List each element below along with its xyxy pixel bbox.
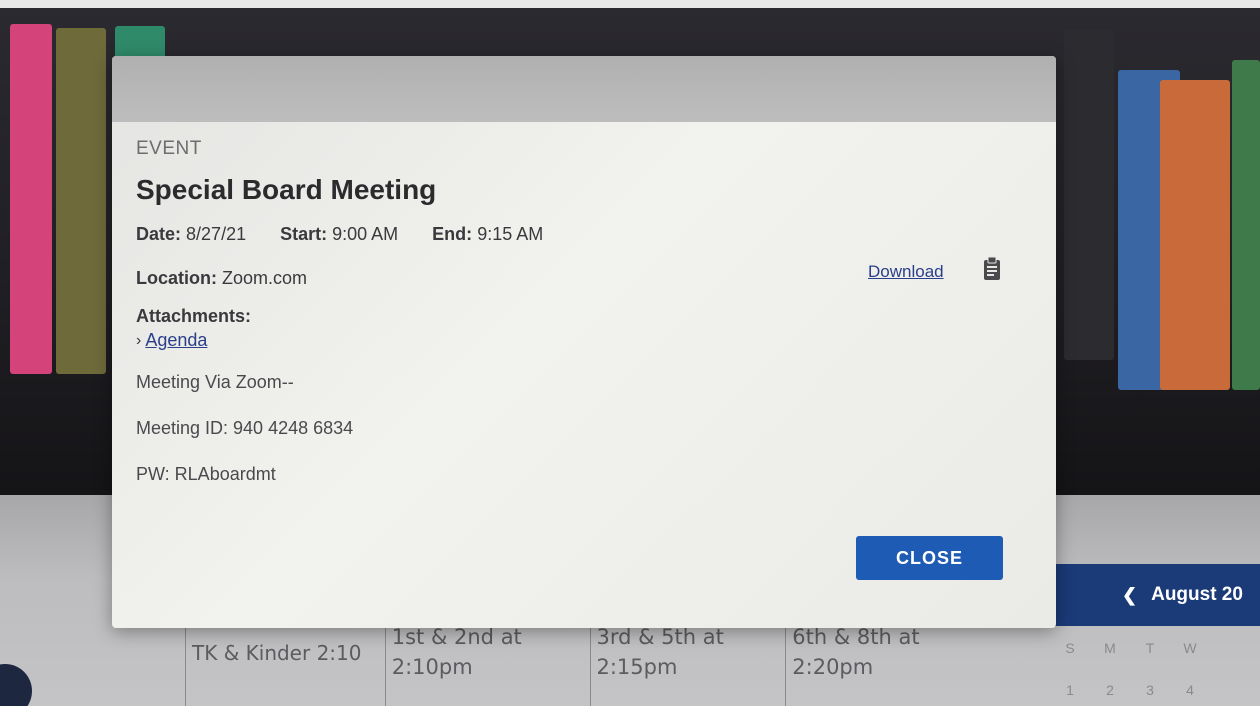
clipboard-icon[interactable] — [982, 256, 1002, 282]
calendar-day[interactable]: 1 — [1050, 682, 1090, 704]
event-kicker: EVENT — [136, 138, 202, 159]
schedule-cell-time: 2:15pm — [596, 655, 678, 679]
event-date: Date: 8/27/21 — [136, 224, 246, 245]
event-title: Special Board Meeting — [136, 174, 437, 205]
description-line: Meeting ID: 940 4248 6834 — [136, 418, 354, 438]
date-value: 8/27/21 — [186, 224, 247, 244]
weekday-label: T — [1145, 640, 1155, 656]
book-dark — [1064, 30, 1114, 360]
calendar-day[interactable]: 3 — [1130, 682, 1170, 704]
start-value: 9:00 AM — [332, 224, 399, 244]
screen-edge — [0, 0, 1260, 8]
book-green — [1232, 60, 1260, 390]
chevron-right-icon: › — [136, 331, 142, 349]
event-location: Location: Zoom.com — [136, 268, 307, 289]
end-label: End: — [432, 224, 473, 244]
location-value: Zoom.com — [222, 268, 308, 288]
calendar-day[interactable]: 2 — [1090, 682, 1130, 704]
weekday-label: W — [1183, 640, 1197, 656]
event-modal: EVENT Special Board Meeting Date: 8/27/2… — [112, 56, 1056, 628]
description-line: Meeting Via Zoom-- — [136, 372, 294, 392]
description-line: PW: RLAboardmt — [136, 464, 276, 484]
close-button[interactable]: CLOSE — [856, 536, 1003, 580]
attachment-link-label[interactable]: Agenda — [145, 330, 207, 351]
event-start: Start: 9:00 AM — [280, 224, 398, 245]
download-link[interactable]: Download — [868, 262, 944, 282]
schedule-cell-time: 2:10pm — [391, 655, 473, 679]
event-end: End: 9:15 AM — [432, 224, 543, 245]
attachment-link-agenda[interactable]: › Agenda — [136, 330, 207, 351]
calendar-dates: 1 2 3 4 — [1050, 682, 1260, 704]
modal-header-bar — [112, 56, 1056, 122]
end-value: 9:15 AM — [477, 224, 544, 244]
location-label: Location: — [136, 268, 217, 288]
calendar-day[interactable]: 4 — [1170, 682, 1210, 704]
schedule-cell-time: 2:20pm — [792, 655, 874, 679]
book-orange — [1160, 80, 1230, 390]
attachments-label: Attachments: — [136, 306, 252, 326]
book-olive — [56, 28, 106, 374]
calendar-weekdays: S M T W — [1050, 640, 1260, 662]
calendar-month-label: August 20 — [1151, 584, 1243, 605]
chevron-left-icon[interactable]: ❮ — [1122, 585, 1137, 606]
start-label: Start: — [280, 224, 328, 244]
calendar-header: ❮ August 20 — [1036, 564, 1260, 626]
date-label: Date: — [136, 224, 182, 244]
weekday-label: S — [1065, 640, 1075, 656]
book-pink — [10, 24, 52, 374]
weekday-label: M — [1104, 640, 1116, 656]
event-datetime-row: Date: 8/27/21 Start: 9:00 AM End: 9:15 A… — [136, 224, 577, 245]
schedule-cell-text: TK & Kinder 2:10 — [192, 641, 362, 665]
